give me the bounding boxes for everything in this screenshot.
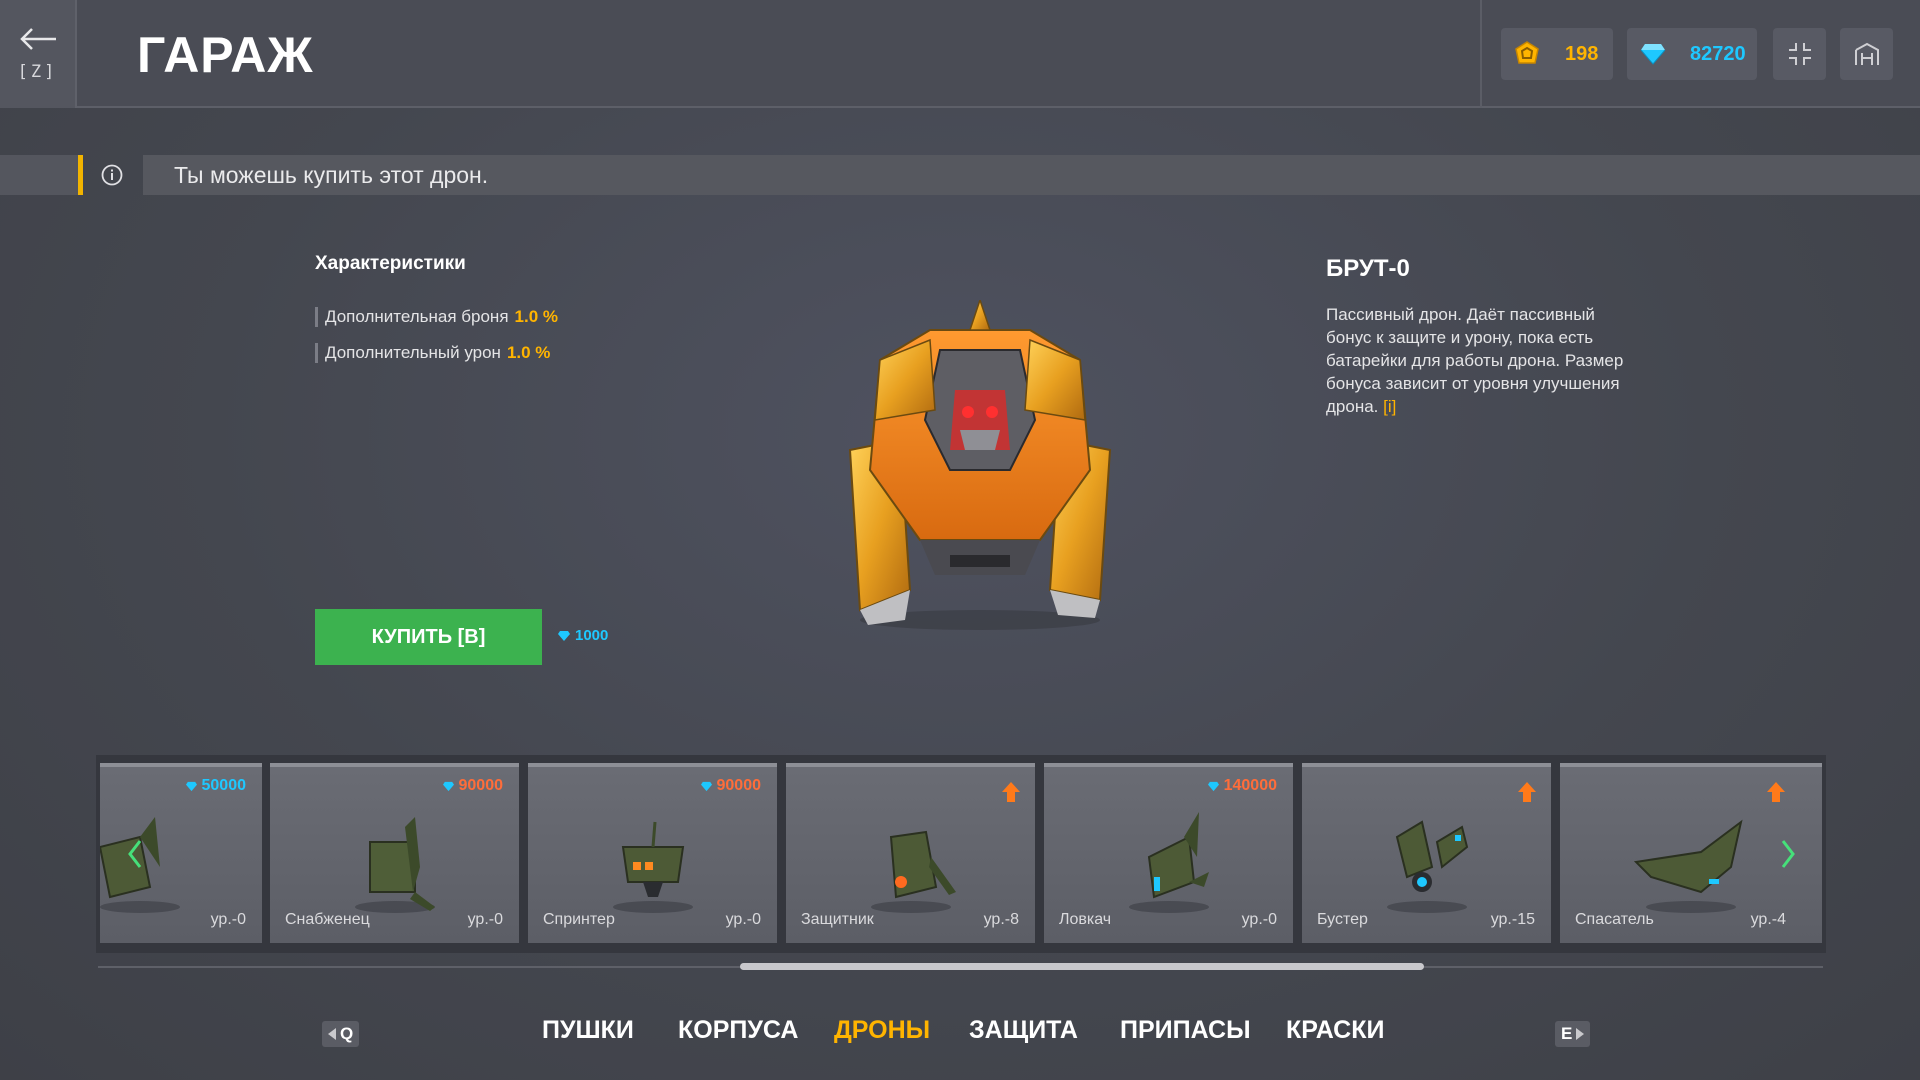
drone-name: БРУТ-0	[1326, 255, 1410, 282]
tab-supplies[interactable]: ПРИПАСЫ	[1120, 1016, 1251, 1045]
header-divider	[1480, 0, 1482, 108]
card-price-value: 140000	[1223, 777, 1277, 794]
crystals-counter[interactable]: 82720	[1627, 28, 1757, 80]
card-name: Ловкач	[1059, 911, 1112, 928]
drone-description: Пассивный дрон. Даёт пассивный бонус к з…	[1326, 303, 1626, 418]
collapse-icon	[1788, 43, 1811, 65]
card-name: Снабженец	[285, 911, 370, 928]
stat-row: Дополнительный урон 1.0 %	[315, 343, 550, 363]
card-level: ур.-0	[725, 911, 761, 928]
carousel-scroll-thumb[interactable]	[740, 963, 1424, 970]
stat-marker	[315, 307, 318, 327]
info-message-text: Ты можешь купить этот дрон.	[174, 161, 489, 188]
card-price-value: 90000	[458, 777, 504, 794]
stat-value: 1.0 %	[514, 307, 559, 326]
page-title: ГАРАЖ	[137, 27, 314, 83]
collapse-button[interactable]	[1773, 28, 1826, 80]
coins-counter[interactable]: 198	[1501, 28, 1613, 80]
drone-card[interactable]: 140000 Ловкач ур.-0	[1044, 763, 1293, 943]
drone-thumbnail	[100, 817, 180, 913]
drone-thumbnail	[354, 817, 435, 913]
tab-hulls[interactable]: КОРПУСА	[678, 1016, 798, 1045]
tab-guns[interactable]: ПУШКИ	[542, 1016, 634, 1045]
stat-marker	[315, 343, 318, 363]
card-level: ур.-0	[1241, 911, 1277, 928]
info-message: Ты можешь купить этот дрон.	[143, 155, 1920, 195]
drone-thumbnail	[870, 830, 956, 913]
card-price: 50000	[185, 777, 247, 795]
upgrade-icon	[1002, 782, 1020, 802]
tab-paints[interactable]: КРАСКИ	[1286, 1016, 1384, 1045]
card-price: 140000	[1207, 777, 1277, 795]
info-link[interactable]: [i]	[1383, 397, 1396, 416]
arrow-left-icon	[19, 28, 56, 50]
hangar-button[interactable]	[1840, 28, 1893, 80]
stat-row: Дополнительная броня 1.0 %	[315, 307, 558, 327]
coin-icon	[1515, 41, 1539, 64]
info-icon	[101, 164, 123, 186]
card-price: 90000	[442, 777, 504, 795]
drone-thumbnail	[612, 821, 693, 913]
card-price: 90000	[700, 777, 762, 795]
hangar-icon	[1854, 42, 1879, 65]
drone-thumbnail	[1386, 820, 1468, 913]
card-level: ур.-0	[210, 911, 246, 928]
info-bar-side	[0, 155, 80, 195]
tab-drones[interactable]: ДРОНЫ	[834, 1016, 930, 1045]
coins-value: 198	[1565, 42, 1599, 65]
card-name: Защитник	[801, 911, 874, 928]
crystal-icon	[1207, 781, 1219, 791]
buy-price: 1000	[557, 627, 608, 644]
upgrade-icon	[1767, 782, 1785, 802]
crystal-icon	[558, 630, 570, 641]
card-name: Бустер	[1317, 911, 1368, 928]
buy-price-value: 1000	[575, 627, 609, 644]
drone-model-image[interactable]	[820, 300, 1140, 640]
prev-key-label: Q	[340, 1024, 354, 1043]
drone-card[interactable]: 50000 ур.-0	[100, 763, 262, 943]
card-level: ур.-15	[1490, 911, 1535, 928]
next-key-label: E	[1561, 1024, 1573, 1043]
drone-card[interactable]: 90000 Спринтер ур.-0	[528, 763, 777, 943]
card-level: ур.-0	[467, 911, 503, 928]
crystal-icon	[185, 781, 197, 791]
drone-thumbnail	[1633, 819, 1743, 913]
tab-protection[interactable]: ЗАЩИТА	[969, 1016, 1078, 1045]
card-level: ур.-8	[983, 911, 1019, 928]
top-bar: [Z] ГАРАЖ 198 82720	[0, 0, 1920, 108]
crystal-icon	[442, 781, 454, 791]
upgrade-icon	[1518, 782, 1536, 802]
crystal-icon	[700, 781, 712, 791]
info-accent	[78, 155, 83, 195]
next-category-key[interactable]: E	[1555, 1021, 1591, 1047]
crystal-icon	[1640, 44, 1666, 65]
card-price-value: 90000	[716, 777, 762, 794]
drone-thumbnail	[1128, 812, 1209, 913]
item-carousel: 50000 ур.-0 90000 Снабженец ур.-0 90000	[96, 755, 1826, 953]
stat-value: 1.0 %	[506, 343, 551, 362]
card-name: Спринтер	[543, 911, 615, 928]
stat-label: Дополнительная броня	[325, 307, 509, 326]
drone-card[interactable]: Защитник ур.-8	[786, 763, 1035, 943]
drone-card[interactable]: 90000 Снабженец ур.-0	[270, 763, 519, 943]
triangle-left-icon	[328, 1028, 336, 1040]
carousel-prev-arrow[interactable]	[126, 838, 144, 870]
card-level: ур.-4	[1750, 911, 1786, 928]
carousel-next-arrow[interactable]	[1779, 838, 1797, 870]
back-key-hint: [Z]	[17, 62, 58, 82]
drone-card[interactable]: Бустер ур.-15	[1302, 763, 1551, 943]
buy-button[interactable]: КУПИТЬ [B]	[315, 609, 542, 665]
card-price-value: 50000	[201, 777, 247, 794]
drone-description-text: Пассивный дрон. Даёт пассивный бонус к з…	[1326, 305, 1624, 416]
characteristics-title: Характеристики	[315, 253, 466, 274]
crystals-value: 82720	[1690, 42, 1746, 65]
card-name: Спасатель	[1575, 911, 1654, 928]
stat-label: Дополнительный урон	[325, 343, 501, 362]
triangle-right-icon	[1576, 1028, 1585, 1040]
prev-category-key[interactable]: Q	[322, 1021, 360, 1047]
back-button[interactable]: [Z]	[0, 0, 77, 108]
